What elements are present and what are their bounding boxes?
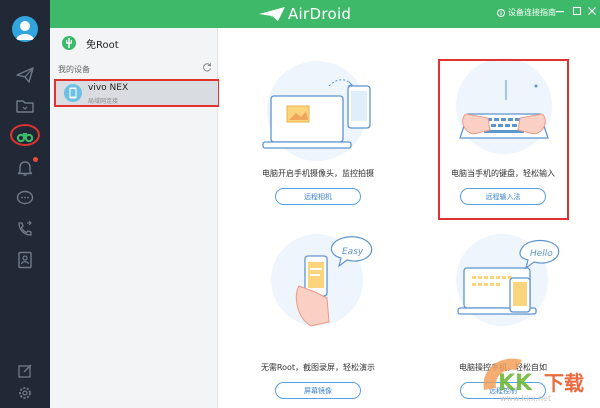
remote-control-illustration-icon: Hello: [456, 234, 560, 326]
device-name: vivo NEX: [88, 83, 129, 93]
refresh-icon[interactable]: [202, 62, 212, 72]
app-title: AirDroid: [288, 5, 352, 23]
screen-mirror-illustration-icon: Easy: [271, 234, 373, 327]
close-button[interactable]: [585, 4, 599, 18]
help-link-label: 设备连接指南: [508, 8, 556, 17]
features-grid: 电脑开启手机摄像头，监控拍摄 远程相机 电脑当手机的键盘，轻松输入 远程输入法: [219, 28, 600, 408]
device-avatar: [64, 84, 82, 102]
selected-nav-highlight: [10, 124, 40, 146]
feature-card-screen-mirror: Easy 无需Root，截图录屏，轻松演示 屏幕镜像: [233, 220, 403, 408]
maximize-button[interactable]: [570, 4, 584, 18]
usb-plug-icon: [62, 36, 76, 50]
settings-icon[interactable]: [14, 382, 36, 404]
watermark-url: www.kkx.net: [500, 394, 552, 403]
chat-icon[interactable]: [14, 187, 36, 209]
device-list-item[interactable]: vivo NEX 局域网连接: [54, 79, 220, 107]
minimize-button[interactable]: [553, 4, 567, 18]
app-logo: AirDroid: [258, 4, 351, 24]
remote-camera-button[interactable]: 远程相机: [275, 188, 361, 205]
my-devices-heading: 我的设备: [58, 65, 90, 74]
root-free-item[interactable]: 免Root: [50, 28, 218, 58]
device-connection-guide-link[interactable]: 设备连接指南: [497, 7, 556, 18]
svg-text:Hello: Hello: [530, 249, 553, 259]
feature-highlight-box: [438, 59, 569, 220]
feature-card-remote-control: Hello 电脑操控手机，轻松自如 远程控制: [418, 220, 588, 408]
root-free-label: 免Root: [86, 39, 119, 51]
edit-icon[interactable]: [14, 360, 36, 382]
left-nav-sidebar: [0, 0, 50, 408]
paper-plane-logo-icon: [259, 7, 285, 21]
feature-title: 电脑操控手机，轻松自如: [459, 363, 547, 372]
send-icon[interactable]: [14, 64, 36, 86]
phone-icon: [69, 87, 77, 99]
info-icon: [497, 8, 505, 17]
device-panel: 免Root 我的设备 vivo NEX 局域网连接: [50, 28, 220, 408]
feature-card-remote-camera: 电脑开启手机摄像头，监控拍摄 远程相机: [233, 28, 403, 218]
airdroid-window: AirDroid 设备连接指南 免Root 我的设备 vivo NEX 局域网连…: [0, 0, 600, 408]
feature-title: 电脑开启手机摄像头，监控拍摄: [262, 169, 374, 178]
svg-text:Easy: Easy: [342, 247, 364, 257]
screen-mirror-button[interactable]: 屏幕镜像: [275, 382, 361, 399]
feature-title: 无需Root，截图录屏，轻松演示: [260, 363, 376, 372]
title-bar: AirDroid 设备连接指南: [0, 0, 600, 28]
avatar[interactable]: [12, 16, 38, 42]
call-icon[interactable]: [14, 218, 36, 240]
contacts-icon[interactable]: [14, 249, 36, 271]
folder-icon[interactable]: [14, 95, 36, 117]
remote-camera-illustration-icon: [262, 61, 371, 161]
device-connection-status: 局域网连接: [88, 98, 119, 105]
user-icon: [16, 21, 34, 40]
notification-badge: [33, 157, 38, 162]
